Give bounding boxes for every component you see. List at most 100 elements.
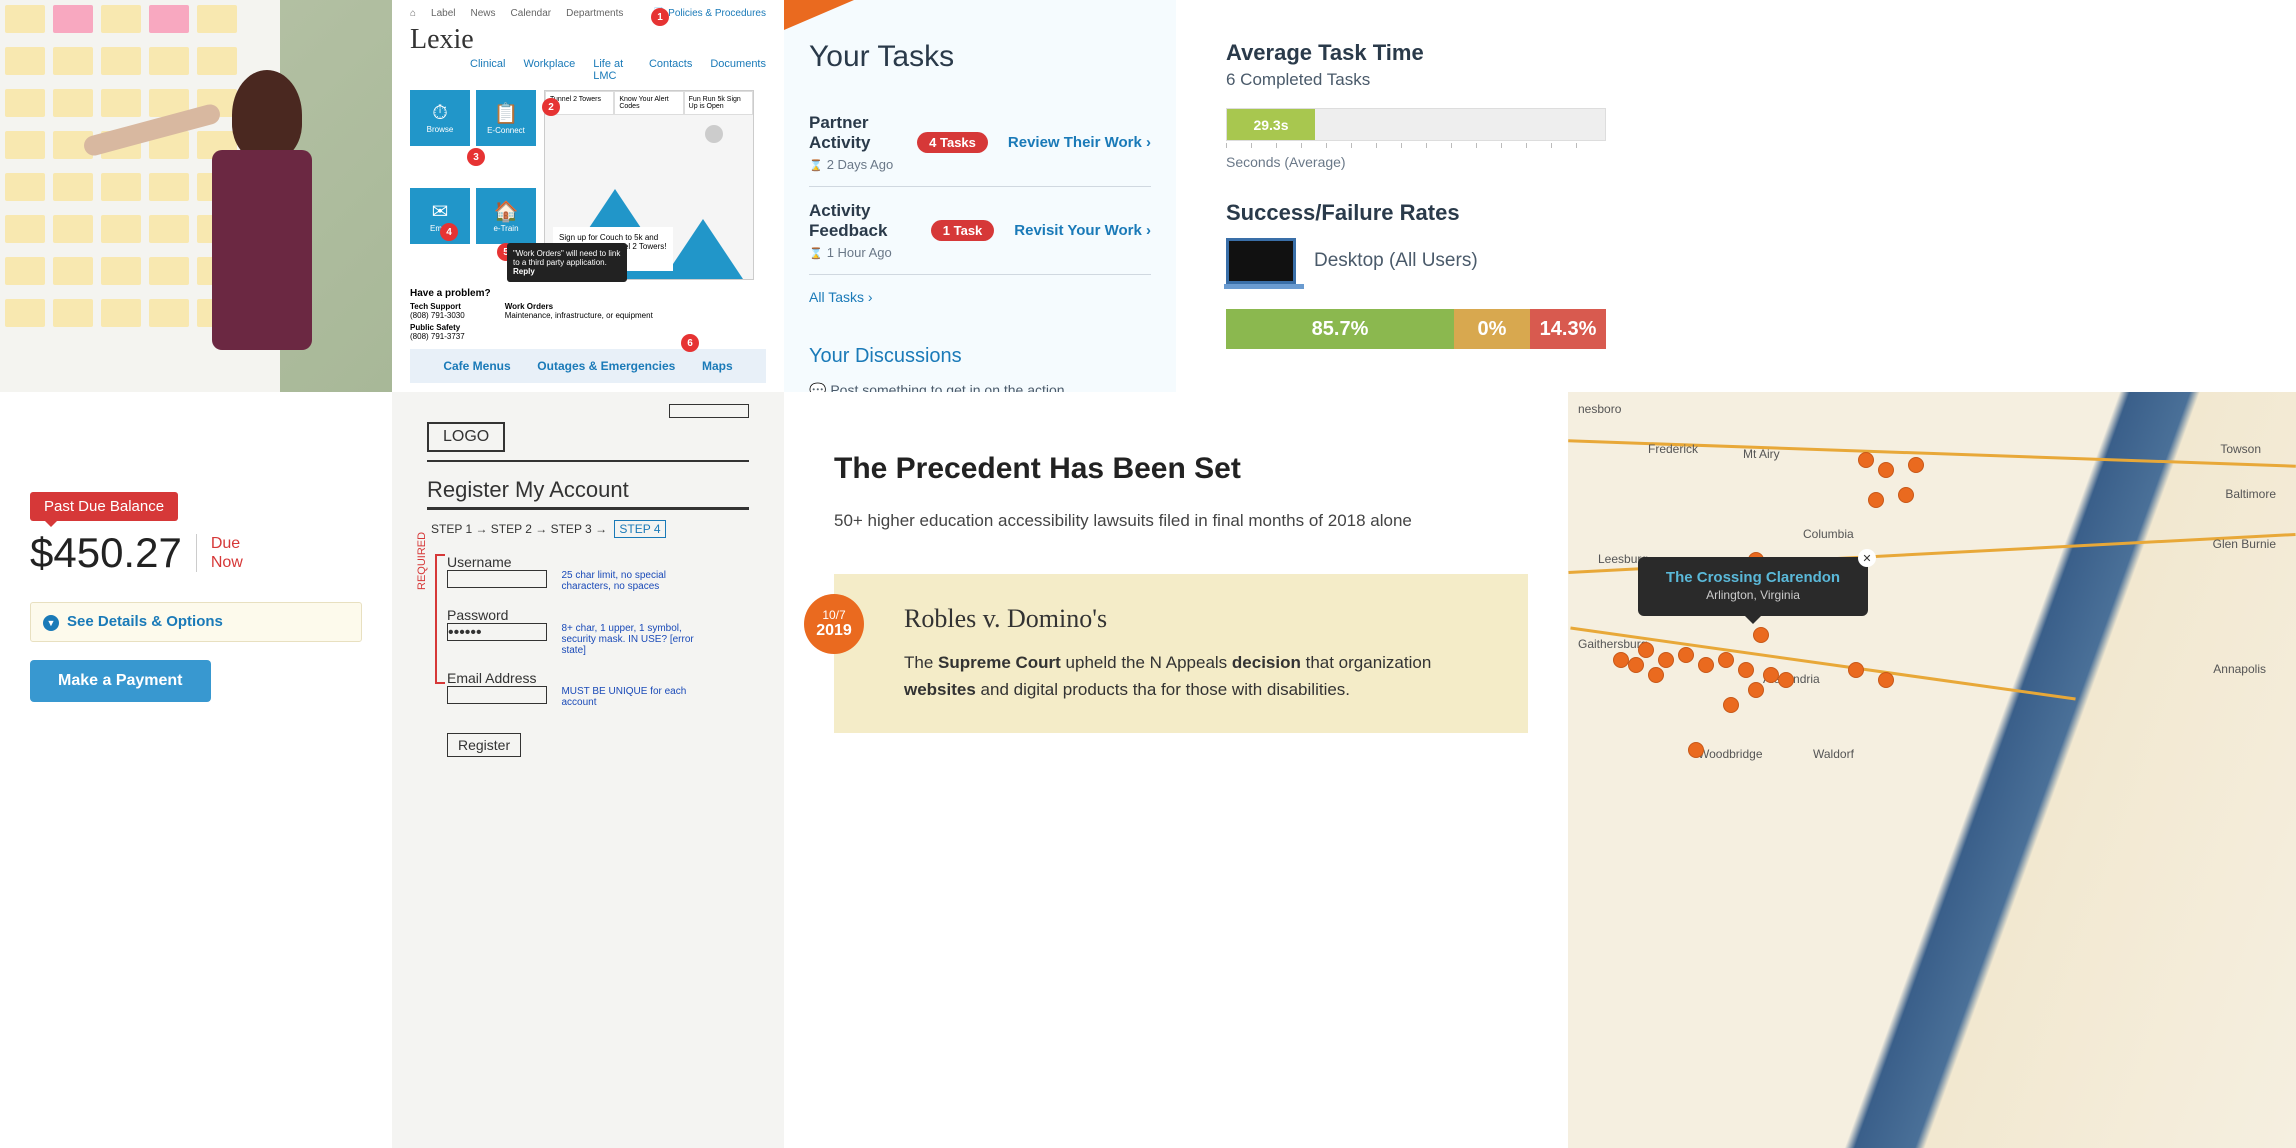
hero-tab-2[interactable]: Know Your Alert Codes — [614, 91, 683, 115]
home-icon[interactable]: ⌂ — [410, 8, 416, 19]
nav-life[interactable]: Life at LMC — [593, 58, 631, 82]
map-pin[interactable] — [1613, 652, 1629, 668]
help-workorders[interactable]: Work OrdersMaintenance, infrastructure, … — [505, 302, 653, 320]
nav-news[interactable]: News — [471, 8, 496, 19]
nav-policies[interactable]: 📄 Policies & Procedures — [653, 8, 766, 19]
review-work-link[interactable]: Review Their Work — [1008, 133, 1151, 153]
map-pin[interactable] — [1723, 697, 1739, 713]
task-row: Activity Feedback 1 Hour Ago 1 Task Revi… — [809, 187, 1151, 275]
close-icon[interactable]: ✕ — [1858, 549, 1876, 567]
neutral-rate: 0% — [1454, 309, 1530, 349]
axis-label: Seconds (Average) — [1226, 154, 2246, 170]
map-pin[interactable] — [1898, 487, 1914, 503]
register-button[interactable]: Register — [447, 733, 521, 757]
link-cafe[interactable]: Cafe Menus — [443, 359, 510, 373]
nav-departments[interactable]: Departments — [566, 8, 623, 19]
city-label: Waldorf — [1813, 747, 1854, 761]
map-pin[interactable] — [1878, 672, 1894, 688]
hero-tab-3[interactable]: Fun Run 5k Sign Up is Open — [684, 91, 753, 115]
sf-heading: Success/Failure Rates — [1226, 200, 2246, 226]
clock-icon: ⏱ — [432, 102, 448, 125]
lexie-dashboard: ⌂ Label News Calendar Departments 📄 Poli… — [392, 0, 784, 392]
tile-etrain[interactable]: 🏠e-Train — [476, 188, 536, 244]
nav-workplace[interactable]: Workplace — [523, 58, 575, 82]
map-pin[interactable] — [1858, 452, 1874, 468]
marker-3: 3 — [467, 148, 485, 166]
make-payment-button[interactable]: Make a Payment — [30, 660, 211, 702]
map-pin[interactable] — [1688, 742, 1704, 758]
map-view[interactable]: nesboro Frederick Mt Airy Towson Baltimo… — [1568, 392, 2296, 1148]
map-pin[interactable] — [1848, 662, 1864, 678]
city-label: Woodbridge — [1698, 747, 1763, 761]
task-title: Activity Feedback — [809, 201, 931, 241]
map-tooltip: ✕ The Crossing Clarendon Arlington, Virg… — [1638, 557, 1868, 616]
city-label: Frederick — [1648, 442, 1698, 456]
precedent-sub: 50+ higher education accessibility lawsu… — [834, 508, 1528, 534]
map-pin[interactable] — [1718, 652, 1734, 668]
revisit-work-link[interactable]: Revisit Your Work — [1014, 221, 1151, 241]
tile-browse[interactable]: ⏱Browse — [410, 90, 470, 146]
map-pin[interactable] — [1658, 652, 1674, 668]
city-label: Glen Burnie — [2213, 537, 2276, 551]
map-pin[interactable] — [1628, 657, 1644, 673]
tile-econnect[interactable]: 📋E-Connect — [476, 90, 536, 146]
logo-placeholder: LOGO — [427, 422, 505, 452]
map-pin[interactable] — [1753, 627, 1769, 643]
map-pin[interactable] — [1763, 667, 1779, 683]
due-label: DueNow — [196, 534, 243, 572]
help-safety[interactable]: Public Safety(808) 791-3737 — [410, 323, 465, 341]
avg-bar-fill: 29.3s — [1227, 109, 1315, 140]
map-pin[interactable] — [1698, 657, 1714, 673]
city-label: Columbia — [1803, 527, 1854, 541]
avg-sub: 6 Completed Tasks — [1226, 70, 2246, 90]
case-title: Robles v. Domino's — [904, 604, 1498, 634]
wireframe-sketch: LOGO Register My Account STEP 1 → STEP 2… — [392, 392, 784, 1148]
avg-bar: 29.3s — [1226, 108, 1606, 141]
map-pin[interactable] — [1648, 667, 1664, 683]
help-tech[interactable]: Tech Support(808) 791-3030 — [410, 302, 465, 320]
rates-bar: 85.7% 0% 14.3% — [1226, 309, 1606, 349]
precedent-heading: The Precedent Has Been Set — [834, 452, 1528, 486]
map-pin[interactable] — [1878, 462, 1894, 478]
city-label: Gaithersburg — [1578, 637, 1647, 651]
device-label: Desktop (All Users) — [1314, 250, 1478, 272]
city-label: Towson — [2220, 442, 2261, 456]
task-row: Partner Activity 2 Days Ago 4 Tasks Revi… — [809, 99, 1151, 187]
email-input[interactable] — [447, 686, 547, 704]
clipboard-icon: 📋 — [494, 101, 519, 126]
marker-2: 2 — [542, 98, 560, 116]
map-pin[interactable] — [1678, 647, 1694, 663]
house-icon: 🏠 — [494, 199, 519, 224]
nav-calendar[interactable]: Calendar — [511, 8, 552, 19]
link-outages[interactable]: Outages & Emergencies — [537, 359, 675, 373]
marker-4: 4 — [440, 223, 458, 241]
map-pin[interactable] — [1868, 492, 1884, 508]
link-maps[interactable]: Maps — [702, 359, 733, 373]
map-pin[interactable] — [1748, 682, 1764, 698]
map-pin[interactable] — [1738, 662, 1754, 678]
desktop-icon — [1226, 238, 1296, 284]
map-pin[interactable] — [1908, 457, 1924, 473]
case-card: 10/72019 Robles v. Domino's The Supreme … — [834, 574, 1528, 733]
password-input[interactable]: •••••• — [447, 623, 547, 641]
brand-logo: Lexie — [410, 24, 766, 56]
register-heading: Register My Account — [427, 477, 749, 503]
marker-6: 6 — [681, 334, 699, 352]
nav-documents[interactable]: Documents — [710, 58, 766, 82]
nav-contacts[interactable]: Contacts — [649, 58, 692, 82]
task-title: Partner Activity — [809, 113, 917, 153]
map-pin[interactable] — [1638, 642, 1654, 658]
all-tasks-link[interactable]: All Tasks — [809, 289, 1151, 305]
post-prompt[interactable]: Post something to get in on the action. — [809, 382, 1151, 392]
username-input[interactable] — [447, 570, 547, 588]
tooltip-title: The Crossing Clarendon — [1656, 569, 1850, 586]
map-pin[interactable] — [1778, 672, 1794, 688]
city-label: Baltimore — [2225, 487, 2276, 501]
search-placeholder — [669, 404, 749, 418]
tasks-heading: Your Tasks — [809, 40, 1151, 74]
see-details-toggle[interactable]: See Details & Options — [30, 602, 362, 642]
nav-clinical[interactable]: Clinical — [470, 58, 505, 82]
reply-link[interactable]: Reply — [513, 267, 535, 276]
nav-label[interactable]: Label — [431, 8, 455, 19]
city-label: Annapolis — [2213, 662, 2266, 676]
